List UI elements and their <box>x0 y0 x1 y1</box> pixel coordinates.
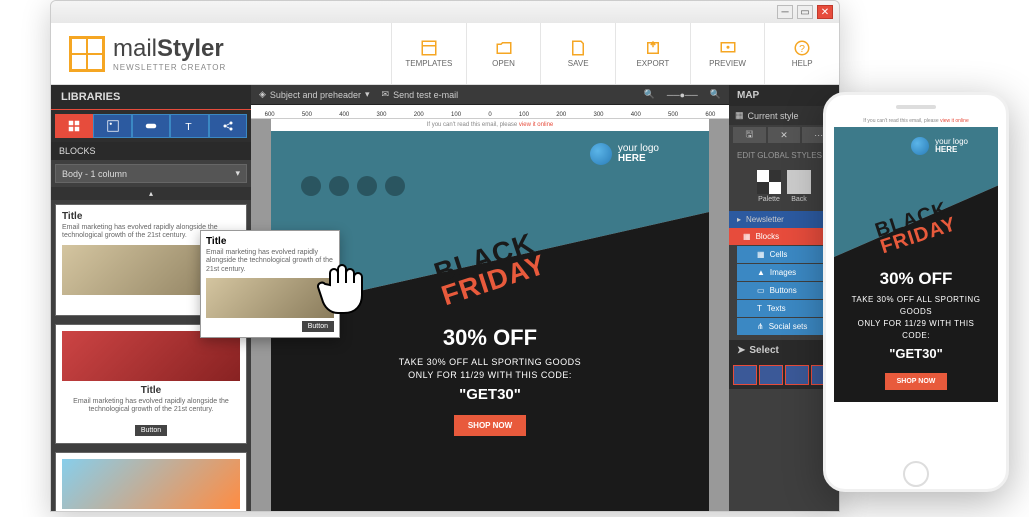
chevron-down-icon: ▾ <box>365 89 370 100</box>
view-online-notice: If you can't read this email, please vie… <box>271 119 709 131</box>
logo-icon <box>69 36 105 72</box>
blocks-section-label: BLOCKS <box>51 142 251 160</box>
chevron-down-icon: ▾ <box>235 168 240 179</box>
folder-open-icon <box>495 39 513 57</box>
email-offer: 30% OFF TAKE 30% OFF ALL SPORTING GOODS … <box>271 311 709 511</box>
logo-tagline: NEWSLETTER CREATOR <box>113 63 226 72</box>
subject-button[interactable]: ◈Subject and preheader▾ <box>259 89 370 100</box>
select-label: Select <box>749 345 778 356</box>
button-icon <box>145 120 157 132</box>
view-online-link[interactable]: view it online <box>519 122 553 128</box>
email-offer: 30% OFF TAKE 30% OFF ALL SPORTING GOODS … <box>834 257 998 402</box>
libraries-header: LIBRARIES <box>51 85 251 110</box>
templates-button[interactable]: TEMPLATES <box>391 23 466 84</box>
email-hero: your logoHERE BLACKFRIDAY <box>834 127 998 257</box>
placeholder-logo: your logoHERE <box>911 137 968 155</box>
zoom-slider[interactable]: ──●── <box>667 90 698 100</box>
view-online-link[interactable]: view it online <box>940 118 969 124</box>
lib-tab-buttons[interactable] <box>132 114 170 138</box>
save-button[interactable]: SAVE <box>540 23 615 84</box>
envelope-icon: ✉ <box>382 89 390 100</box>
close-button[interactable]: ✕ <box>817 5 833 19</box>
export-icon <box>644 39 662 57</box>
mobile-preview: If you can't read this email, please vie… <box>823 92 1009 492</box>
map-header: MAP <box>729 85 839 106</box>
svg-text:T: T <box>186 121 193 132</box>
promo-code: "GET30" <box>291 386 689 403</box>
lib-tab-blocks[interactable] <box>55 114 93 138</box>
save-icon <box>569 39 587 57</box>
help-button[interactable]: ?HELP <box>764 23 839 84</box>
view-online-notice: If you can't read this email, please vie… <box>834 115 998 127</box>
palette-icon: ▦ <box>735 110 744 121</box>
style-delete-button[interactable]: ✕ <box>768 127 801 143</box>
style-save-button[interactable]: 🖫 <box>733 127 766 143</box>
grab-cursor-icon <box>310 255 380 325</box>
shop-now-button[interactable]: SHOP NOW <box>454 415 526 436</box>
block-thumbnail <box>62 331 240 381</box>
background-button[interactable]: Back <box>787 170 811 203</box>
minimize-button[interactable]: ─ <box>777 5 793 19</box>
library-tabs: T <box>51 110 251 142</box>
block-thumbnail <box>62 459 240 509</box>
logo-text-1: mail <box>113 35 157 62</box>
export-button[interactable]: EXPORT <box>615 23 690 84</box>
share-icon <box>222 120 234 132</box>
blocks-dropdown[interactable]: Body - 1 column▾ <box>55 164 247 183</box>
scroll-up-arrow[interactable]: ▴ <box>51 187 251 200</box>
canvas-toolbar: ◈Subject and preheader▾ ✉Send test e-mai… <box>251 85 729 105</box>
app-window: ─ ▭ ✕ mailStyler NEWSLETTER CREATOR TEMP… <box>50 0 840 512</box>
lib-tab-social[interactable] <box>209 114 247 138</box>
svg-text:?: ? <box>799 43 805 55</box>
app-logo: mailStyler NEWSLETTER CREATOR <box>51 23 391 84</box>
help-icon: ? <box>793 39 811 57</box>
text-icon: T <box>183 120 195 132</box>
lib-tab-text[interactable]: T <box>170 114 208 138</box>
phone-home-button[interactable] <box>903 461 929 487</box>
palette-button[interactable]: Palette <box>757 170 781 203</box>
cursor-icon: ➤ <box>737 345 745 356</box>
templates-icon <box>420 39 438 57</box>
image-icon <box>107 120 119 132</box>
zoom-out-icon[interactable]: 🔍 <box>644 89 655 100</box>
discount-heading: 30% OFF <box>844 269 988 289</box>
zoom-in-icon[interactable]: 🔍 <box>710 89 721 100</box>
block-button: Button <box>135 425 167 436</box>
ruler: 6005004003002001000100200300400500600 <box>251 105 729 119</box>
hero-graphics <box>301 176 405 196</box>
maximize-button[interactable]: ▭ <box>797 5 813 19</box>
send-test-button[interactable]: ✉Send test e-mail <box>382 89 459 100</box>
preview-button[interactable]: PREVIEW <box>690 23 765 84</box>
open-button[interactable]: OPEN <box>466 23 541 84</box>
phone-screen: If you can't read this email, please vie… <box>834 115 998 455</box>
placeholder-logo: your logoHERE <box>590 143 659 165</box>
discount-heading: 30% OFF <box>291 325 689 351</box>
block-template-2[interactable]: Title Email marketing has evolved rapidl… <box>55 324 247 444</box>
grid-icon <box>68 120 80 132</box>
phone-speaker <box>896 105 936 109</box>
block-template-3[interactable] <box>55 452 247 511</box>
promo-code: "GET30" <box>844 346 988 361</box>
logo-text-2: Styler <box>157 35 224 62</box>
shop-now-button[interactable]: SHOP NOW <box>885 373 948 390</box>
lib-tab-images[interactable] <box>93 114 131 138</box>
preview-icon <box>719 39 737 57</box>
tag-icon: ◈ <box>259 89 266 100</box>
main-toolbar: mailStyler NEWSLETTER CREATOR TEMPLATES … <box>51 23 839 85</box>
titlebar: ─ ▭ ✕ <box>51 1 839 23</box>
